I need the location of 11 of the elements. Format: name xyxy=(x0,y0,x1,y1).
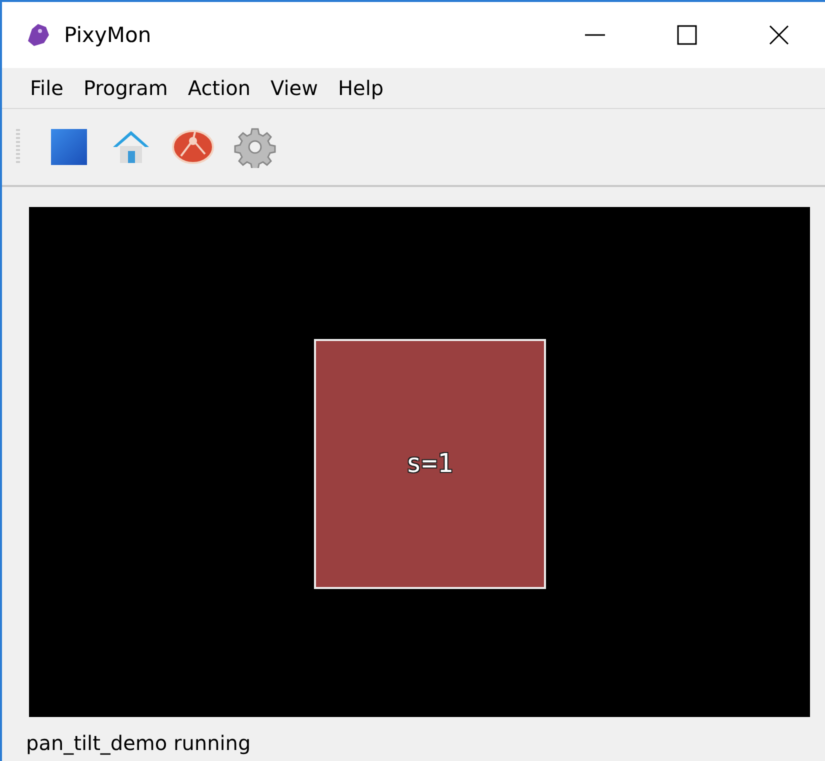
menu-item[interactable]: Help xyxy=(328,76,394,100)
window-title: PixyMon xyxy=(64,23,152,47)
menu-item[interactable]: Action xyxy=(178,76,260,100)
status-text: pan_tilt_demo running xyxy=(26,731,251,755)
close-icon xyxy=(768,24,790,46)
menu-item[interactable]: View xyxy=(260,76,328,100)
menu-item[interactable]: Program xyxy=(73,76,178,100)
block-label: s=1 xyxy=(406,449,453,479)
menu-item[interactable]: File xyxy=(20,76,74,100)
maximize-icon xyxy=(676,24,698,46)
minimize-icon xyxy=(584,34,606,36)
